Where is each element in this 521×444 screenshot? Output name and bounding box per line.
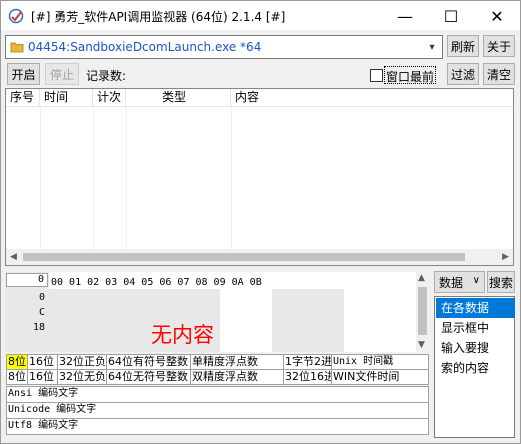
- hex-viewer[interactable]: 0 0 C 18 00 01 02 03 04 05 06 07 08 09 0…: [5, 272, 429, 352]
- column-divider: [231, 107, 232, 257]
- filter-button[interactable]: 过滤: [447, 63, 479, 85]
- app-icon: [8, 8, 24, 24]
- type-cell-double[interactable]: 双精度浮点数: [190, 369, 284, 385]
- type-cell-8bit[interactable]: 8位: [6, 369, 28, 385]
- type-cell-16bit[interactable]: 16位: [27, 369, 58, 385]
- scrollbar-thumb[interactable]: [23, 253, 465, 261]
- empty-message: 无内容: [151, 323, 214, 347]
- data-hint-list[interactable]: 在各数据 显示框中 输入要搜 索的内容: [434, 296, 515, 438]
- hex-column-header: 00 01 02 03 04 05 06 07 08 09 0A 0B: [51, 277, 262, 288]
- window-title: [#] 勇芳_软件API调用监视器 (64位) 2.1.4 [#]: [31, 10, 286, 24]
- type-cell-binary[interactable]: 1字节2进: [283, 354, 332, 370]
- scroll-down-icon[interactable]: ▼: [418, 340, 425, 350]
- hex-offset: 0: [38, 292, 45, 303]
- type-cell-hex32[interactable]: 32位16进: [283, 369, 332, 385]
- records-table[interactable]: 序号 时间 计次 类型 内容 ◀ ▶: [5, 88, 514, 266]
- process-selected: 04454:SandboxieDcomLaunch.exe *64: [28, 40, 262, 54]
- utf8-text-field[interactable]: Utf8 编码文字: [6, 418, 429, 435]
- hex-offset: 18: [32, 322, 45, 333]
- data-mode-label: 数据: [439, 275, 464, 290]
- type-cell-8bit[interactable]: 8位: [6, 354, 28, 370]
- chevron-down-icon[interactable]: ▾: [425, 39, 439, 55]
- hex-ascii-area: [220, 289, 272, 352]
- start-button[interactable]: 开启: [7, 63, 40, 85]
- search-button[interactable]: 搜索: [487, 271, 515, 293]
- about-button[interactable]: 关于: [483, 35, 515, 57]
- type-cell-64bit-unsigned[interactable]: 64位无符号整数: [106, 369, 191, 385]
- scrollbar-thumb[interactable]: [418, 287, 427, 335]
- maximize-icon: ☐: [443, 6, 459, 26]
- chevron-down-icon: ∨: [472, 275, 480, 286]
- column-divider: [93, 107, 94, 257]
- table-header: 序号 时间 计次 类型 内容: [6, 89, 513, 107]
- scroll-up-icon[interactable]: ▲: [418, 273, 425, 283]
- hex-vertical-scrollbar[interactable]: ▲ ▼: [416, 272, 429, 352]
- scroll-left-icon[interactable]: ◀: [10, 252, 17, 262]
- title-bar: [#] 勇芳_软件API调用监视器 (64位) 2.1.4 [#] — ☐ ✕: [1, 1, 520, 30]
- column-header-time[interactable]: 时间: [40, 89, 93, 107]
- clear-button[interactable]: 清空: [483, 63, 515, 85]
- hex-offset-input[interactable]: 0: [6, 273, 48, 287]
- hex-offset: C: [38, 307, 45, 318]
- refresh-button[interactable]: 刷新: [447, 35, 479, 57]
- folder-icon: [10, 42, 24, 53]
- unicode-text-field[interactable]: Unicode 编码文字: [6, 402, 429, 419]
- topmost-label-box[interactable]: 窗口最前: [384, 66, 436, 84]
- column-header-content[interactable]: 内容: [231, 89, 513, 107]
- close-icon: ✕: [490, 6, 504, 26]
- type-cell-16bit[interactable]: 16位: [27, 354, 58, 370]
- topmost-label: 窗口最前: [386, 70, 435, 84]
- minimize-icon: —: [397, 6, 413, 26]
- column-divider: [126, 107, 127, 257]
- data-mode-select[interactable]: 数据 ∨: [434, 271, 485, 293]
- type-cell-32bit-signed[interactable]: 32位正负: [57, 354, 107, 370]
- list-item[interactable]: 在各数据: [436, 298, 515, 318]
- maximize-button[interactable]: ☐: [428, 2, 474, 30]
- process-combobox[interactable]: 04454:SandboxieDcomLaunch.exe *64 ▾: [5, 35, 443, 59]
- column-header-count[interactable]: 计次: [93, 89, 126, 107]
- column-divider: [40, 107, 41, 257]
- column-header-type[interactable]: 类型: [126, 89, 231, 107]
- stop-button[interactable]: 停止: [45, 63, 79, 85]
- close-button[interactable]: ✕: [474, 2, 520, 30]
- horizontal-scrollbar[interactable]: ◀ ▶: [6, 249, 513, 265]
- type-cell-64bit-signed[interactable]: 64位有符号整数: [106, 354, 191, 370]
- list-item[interactable]: 输入要搜: [436, 338, 515, 358]
- topmost-checkbox[interactable]: [370, 69, 383, 82]
- list-item[interactable]: 索的内容: [436, 358, 515, 378]
- hex-offset-column: 0 0 C 18: [5, 272, 49, 352]
- type-cell-float[interactable]: 单精度浮点数: [190, 354, 284, 370]
- minimize-button[interactable]: —: [382, 2, 428, 30]
- column-header-index[interactable]: 序号: [6, 89, 40, 107]
- list-item[interactable]: 显示框中: [436, 318, 515, 338]
- ansi-text-field[interactable]: Ansi 编码文字: [6, 386, 429, 403]
- scroll-right-icon[interactable]: ▶: [502, 252, 509, 262]
- type-cell-win-filetime[interactable]: WIN文件时间: [331, 369, 429, 385]
- type-cell-unix-time[interactable]: Unix 时间戳: [331, 354, 429, 370]
- record-count-label: 记录数:: [86, 69, 127, 83]
- type-cell-32bit-unsigned[interactable]: 32位无负: [57, 369, 107, 385]
